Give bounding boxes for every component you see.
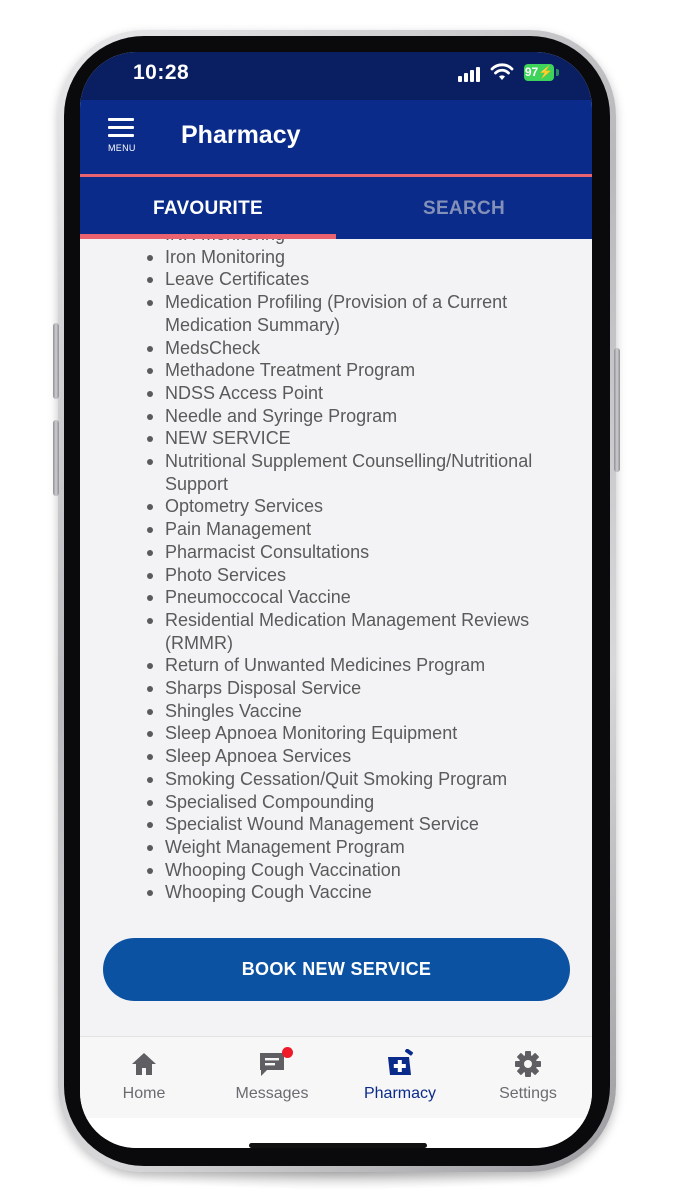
service-list-item: Shingles Vaccine: [80, 700, 592, 723]
battery-level: 97: [524, 65, 539, 79]
pharmacy-icon: [385, 1048, 415, 1079]
service-list-item: MedsCheck: [80, 337, 592, 360]
service-list-item: Sleep Apnoea Monitoring Equipment: [80, 722, 592, 745]
app-header: MENU Pharmacy: [80, 100, 592, 174]
service-list-item: Medication Profiling (Provision of a Cur…: [80, 291, 592, 336]
mute-switch: [53, 323, 59, 399]
service-list-item: Needle and Syringe Program: [80, 405, 592, 428]
battery-tip: [556, 69, 559, 76]
services-content[interactable]: INR MonitoringIron MonitoringLeave Certi…: [80, 239, 592, 1036]
service-list-item: Whooping Cough Vaccination: [80, 859, 592, 882]
page-title: Pharmacy: [181, 121, 301, 149]
service-list-item: Pneumoccocal Vaccine: [80, 586, 592, 609]
service-list-item: Specialist Wound Management Service: [80, 813, 592, 836]
gear-icon: [513, 1049, 543, 1079]
status-time: 10:28: [133, 61, 190, 84]
service-list-item: Specialised Compounding: [80, 791, 592, 814]
tab-search[interactable]: SEARCH: [336, 177, 592, 239]
service-list-item: Sharps Disposal Service: [80, 677, 592, 700]
nav-pharmacy-label: Pharmacy: [363, 1085, 437, 1102]
service-list-item: Residential Medication Management Review…: [80, 609, 592, 654]
battery-icon: 97⚡: [524, 64, 554, 81]
service-list-item: Methadone Treatment Program: [80, 359, 592, 382]
service-list-item: INR Monitoring: [80, 239, 592, 246]
tab-bar: FAVOURITE SEARCH: [80, 174, 592, 239]
service-list-item: Weight Management Program: [80, 836, 592, 859]
service-list-item: Pharmacist Consultations: [80, 541, 592, 564]
nav-home-label: Home: [122, 1085, 166, 1102]
cellular-signal-icon: [458, 66, 482, 82]
service-list-item: Return of Unwanted Medicines Program: [80, 654, 592, 677]
status-bar: 10:28 97⚡: [80, 52, 592, 100]
service-list-item: Photo Services: [80, 564, 592, 587]
power-button: [614, 348, 620, 472]
tab-favourite[interactable]: FAVOURITE: [80, 177, 336, 239]
service-list-item: NEW SERVICE: [80, 427, 592, 450]
service-list-item: Smoking Cessation/Quit Smoking Program: [80, 768, 592, 791]
menu-button[interactable]: MENU: [108, 118, 142, 158]
service-list-item: NDSS Access Point: [80, 382, 592, 405]
book-new-service-button[interactable]: BOOK NEW SERVICE: [103, 938, 570, 1001]
service-list-item: Iron Monitoring: [80, 246, 592, 269]
nav-settings[interactable]: Settings: [464, 1037, 592, 1119]
service-list-item: Pain Management: [80, 518, 592, 541]
home-indicator[interactable]: [249, 1143, 427, 1148]
active-tab-indicator: [80, 234, 336, 239]
notification-badge: [282, 1047, 293, 1058]
service-list-item: Leave Certificates: [80, 268, 592, 291]
nav-pharmacy[interactable]: Pharmacy: [336, 1037, 464, 1119]
service-list-item: Optometry Services: [80, 495, 592, 518]
nav-settings-label: Settings: [499, 1085, 557, 1102]
home-icon: [129, 1049, 159, 1079]
nav-messages[interactable]: Messages: [208, 1037, 336, 1119]
hamburger-icon-line: [108, 118, 134, 121]
menu-label: MENU: [108, 143, 136, 153]
wifi-icon: [490, 62, 514, 87]
hamburger-icon-line: [108, 134, 134, 137]
hamburger-icon-line: [108, 126, 134, 129]
service-list-item: Whooping Cough Vaccine: [80, 881, 592, 904]
service-list-item: Sleep Apnoea Services: [80, 745, 592, 768]
service-list-item: Nutritional Supplement Counselling/Nutri…: [80, 450, 592, 495]
nav-home[interactable]: Home: [80, 1037, 208, 1119]
nav-messages-label: Messages: [235, 1085, 309, 1102]
app-screen: 10:28 97⚡ MENU Pharmacy FAVOURITE SEARCH…: [80, 52, 592, 1148]
bottom-navigation: Home Messages Pharmacy Settings: [80, 1036, 592, 1119]
services-list: INR MonitoringIron MonitoringLeave Certi…: [80, 239, 592, 904]
volume-button: [53, 420, 59, 496]
